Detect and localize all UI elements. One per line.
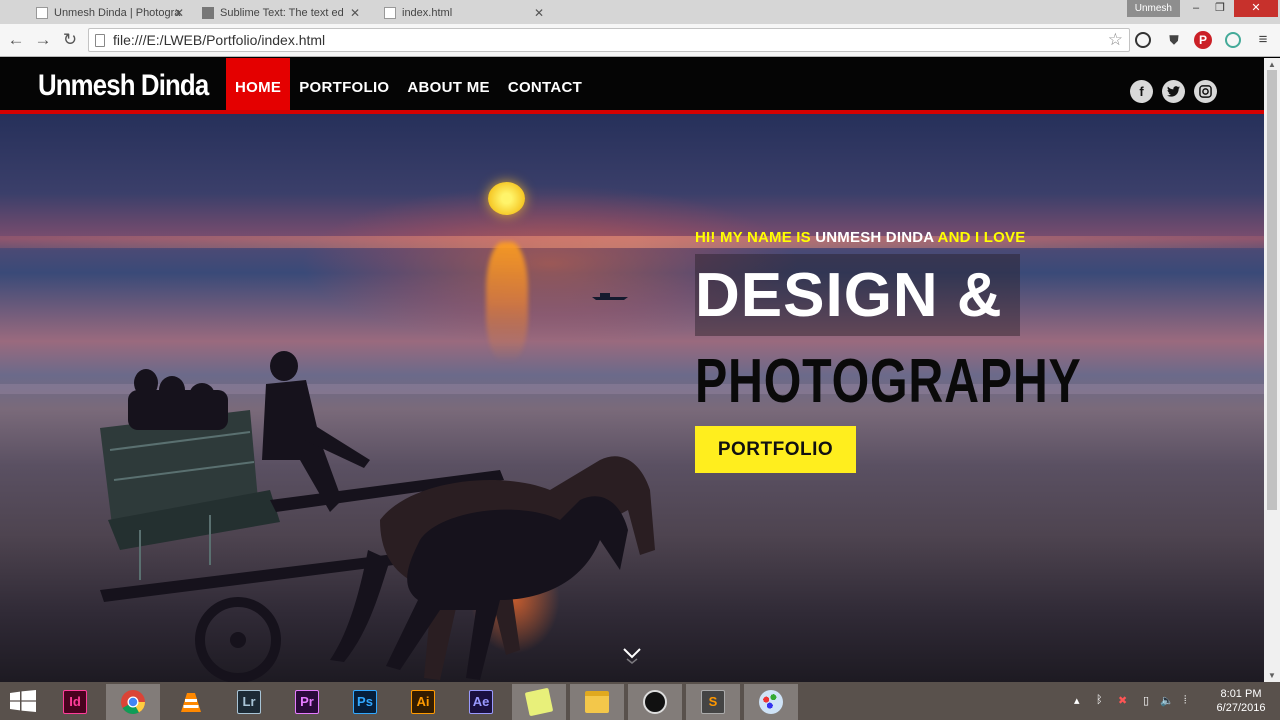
sublime-text-icon: S [701,690,725,714]
nav-contact-link[interactable]: CONTACT [499,58,591,110]
taskbar-paint[interactable] [744,684,798,720]
premiere-icon: Pr [295,690,319,714]
close-window-button[interactable]: ✕ [1234,0,1278,17]
taskbar-chrome[interactable] [106,684,160,720]
tab-title: Sublime Text: The text ed [220,7,344,19]
illustrator-icon: Ai [411,690,435,714]
windows-taskbar: Id Lr Pr Ps Ai Ae S ▴ ᛒ ✖ ▯ 🔈 ⦙ 8:01 PM … [0,682,1280,720]
forward-button[interactable]: → [32,30,54,52]
taskbar-indesign[interactable]: Id [48,684,102,720]
battery-icon[interactable]: ▯ [1143,694,1149,707]
taskbar-photoshop[interactable]: Ps [338,684,392,720]
tagline-name: UNMESH DINDA [815,229,934,246]
photoshop-icon: Ps [353,690,377,714]
taskbar-sublime-text[interactable]: S [686,684,740,720]
taskbar-illustrator[interactable]: Ai [396,684,450,720]
clock-date: 6/27/2016 [1216,702,1266,714]
main-menu: HOME PORTFOLIO ABOUT ME CONTACT [226,58,591,110]
tab-title: Unmesh Dinda | Photogra [54,7,181,19]
vlc-icon [181,693,201,712]
lightroom-icon: Lr [237,690,261,714]
nav-home-link[interactable]: HOME [226,58,291,110]
nav-about-me-link[interactable]: ABOUT ME [398,58,498,110]
boat-silhouette [592,293,628,300]
bookmark-star-icon[interactable]: ☆ [1108,30,1123,50]
hero-headline-photography: PHOTOGRAPHY [695,347,1082,416]
scroll-down-chevron-icon[interactable] [622,644,642,664]
bluetooth-icon[interactable]: ᛒ [1096,694,1103,706]
obs-icon [643,690,667,714]
extension-share-icon[interactable] [1225,32,1241,48]
scroll-down-arrow-icon[interactable]: ▼ [1268,671,1276,680]
page-scrollbar[interactable]: ▲ ▼ [1264,58,1280,682]
new-tab-button[interactable] [554,2,584,24]
back-button[interactable]: ← [5,30,27,52]
sun-reflection [486,242,528,362]
volume-icon[interactable]: 🔈 [1160,694,1174,707]
show-hidden-icons-icon[interactable]: ▴ [1074,694,1080,707]
tab-index-html[interactable]: index.html ✕ [370,2,552,24]
tab-close-icon[interactable]: ✕ [534,6,544,20]
wifi-icon[interactable]: ⦙ [1184,694,1186,707]
chrome-menu-icon[interactable]: ≡ [1254,31,1272,49]
maximize-button[interactable]: ❐ [1206,0,1234,17]
pinterest-icon[interactable]: P [1194,31,1212,49]
profile-button[interactable]: Unmesh [1126,0,1180,17]
taskbar-file-explorer[interactable] [570,684,624,720]
windows-start-icon[interactable] [10,690,36,712]
after-effects-icon: Ae [469,690,493,714]
page-viewport: Unmesh Dinda HOME PORTFOLIO ABOUT ME CON… [0,58,1264,682]
system-clock[interactable]: 8:01 PM 6/27/2016 [1210,687,1272,715]
network-error-icon[interactable]: ✖ [1118,694,1127,707]
scrollbar-thumb[interactable] [1267,70,1277,510]
hero-tagline: HI! MY NAME IS UNMESH DINDA AND I LOVE [695,229,1025,246]
page-icon [95,34,105,47]
nav-accent-line [0,110,1264,114]
horizon-glow [0,236,1264,248]
tab-close-icon[interactable]: ✕ [350,6,360,20]
taskbar-obs[interactable] [628,684,682,720]
page-favicon-icon [36,7,48,19]
sublime-favicon-icon [202,7,214,19]
tab-title: index.html [402,7,453,19]
page-favicon-icon [384,7,396,19]
scroll-up-arrow-icon[interactable]: ▲ [1268,60,1276,69]
taskbar-premiere[interactable]: Pr [280,684,334,720]
chrome-icon [121,690,145,715]
sticky-notes-icon [524,687,554,717]
taskbar-after-effects[interactable]: Ae [454,684,508,720]
tab-close-icon[interactable]: ✕ [174,6,184,20]
paint-palette-icon [759,690,783,714]
twitter-icon[interactable] [1162,80,1185,103]
tagline-pre: HI! MY NAME IS [695,229,816,246]
tab-sublime-text[interactable]: Sublime Text: The text ed ✕ [188,2,368,24]
clock-time: 8:01 PM [1220,688,1262,700]
portfolio-cta-button[interactable]: PORTFOLIO [695,426,856,473]
tagline-post: AND I LOVE [933,229,1026,246]
extension-shield-icon[interactable]: ⛊ [1165,31,1183,49]
extension-opera-icon[interactable] [1135,32,1151,48]
browser-toolbar: ← → ↻ ☆ ⛊ P ≡ [0,24,1280,57]
folder-icon [585,691,609,713]
horse-cart-silhouette [100,351,655,682]
taskbar-sticky-notes[interactable] [512,684,566,720]
taskbar-vlc[interactable] [164,684,218,720]
instagram-icon[interactable] [1194,80,1217,103]
facebook-icon[interactable]: f [1130,80,1153,103]
site-logo[interactable]: Unmesh Dinda [38,69,209,103]
nav-portfolio-link[interactable]: PORTFOLIO [290,58,398,110]
address-bar[interactable]: ☆ [88,28,1130,52]
url-input[interactable] [113,31,1093,49]
taskbar-lightroom[interactable]: Lr [222,684,276,720]
sun [488,182,525,215]
reload-button[interactable]: ↻ [59,30,81,52]
hero-headline-design: DESIGN & [695,261,1003,330]
tab-unmesh-dinda[interactable]: Unmesh Dinda | Photogra ✕ [22,2,192,24]
browser-tab-strip: Unmesh Dinda | Photogra ✕ Sublime Text: … [0,0,1280,24]
site-navbar: Unmesh Dinda HOME PORTFOLIO ABOUT ME CON… [0,58,1264,110]
indesign-icon: Id [63,690,87,714]
